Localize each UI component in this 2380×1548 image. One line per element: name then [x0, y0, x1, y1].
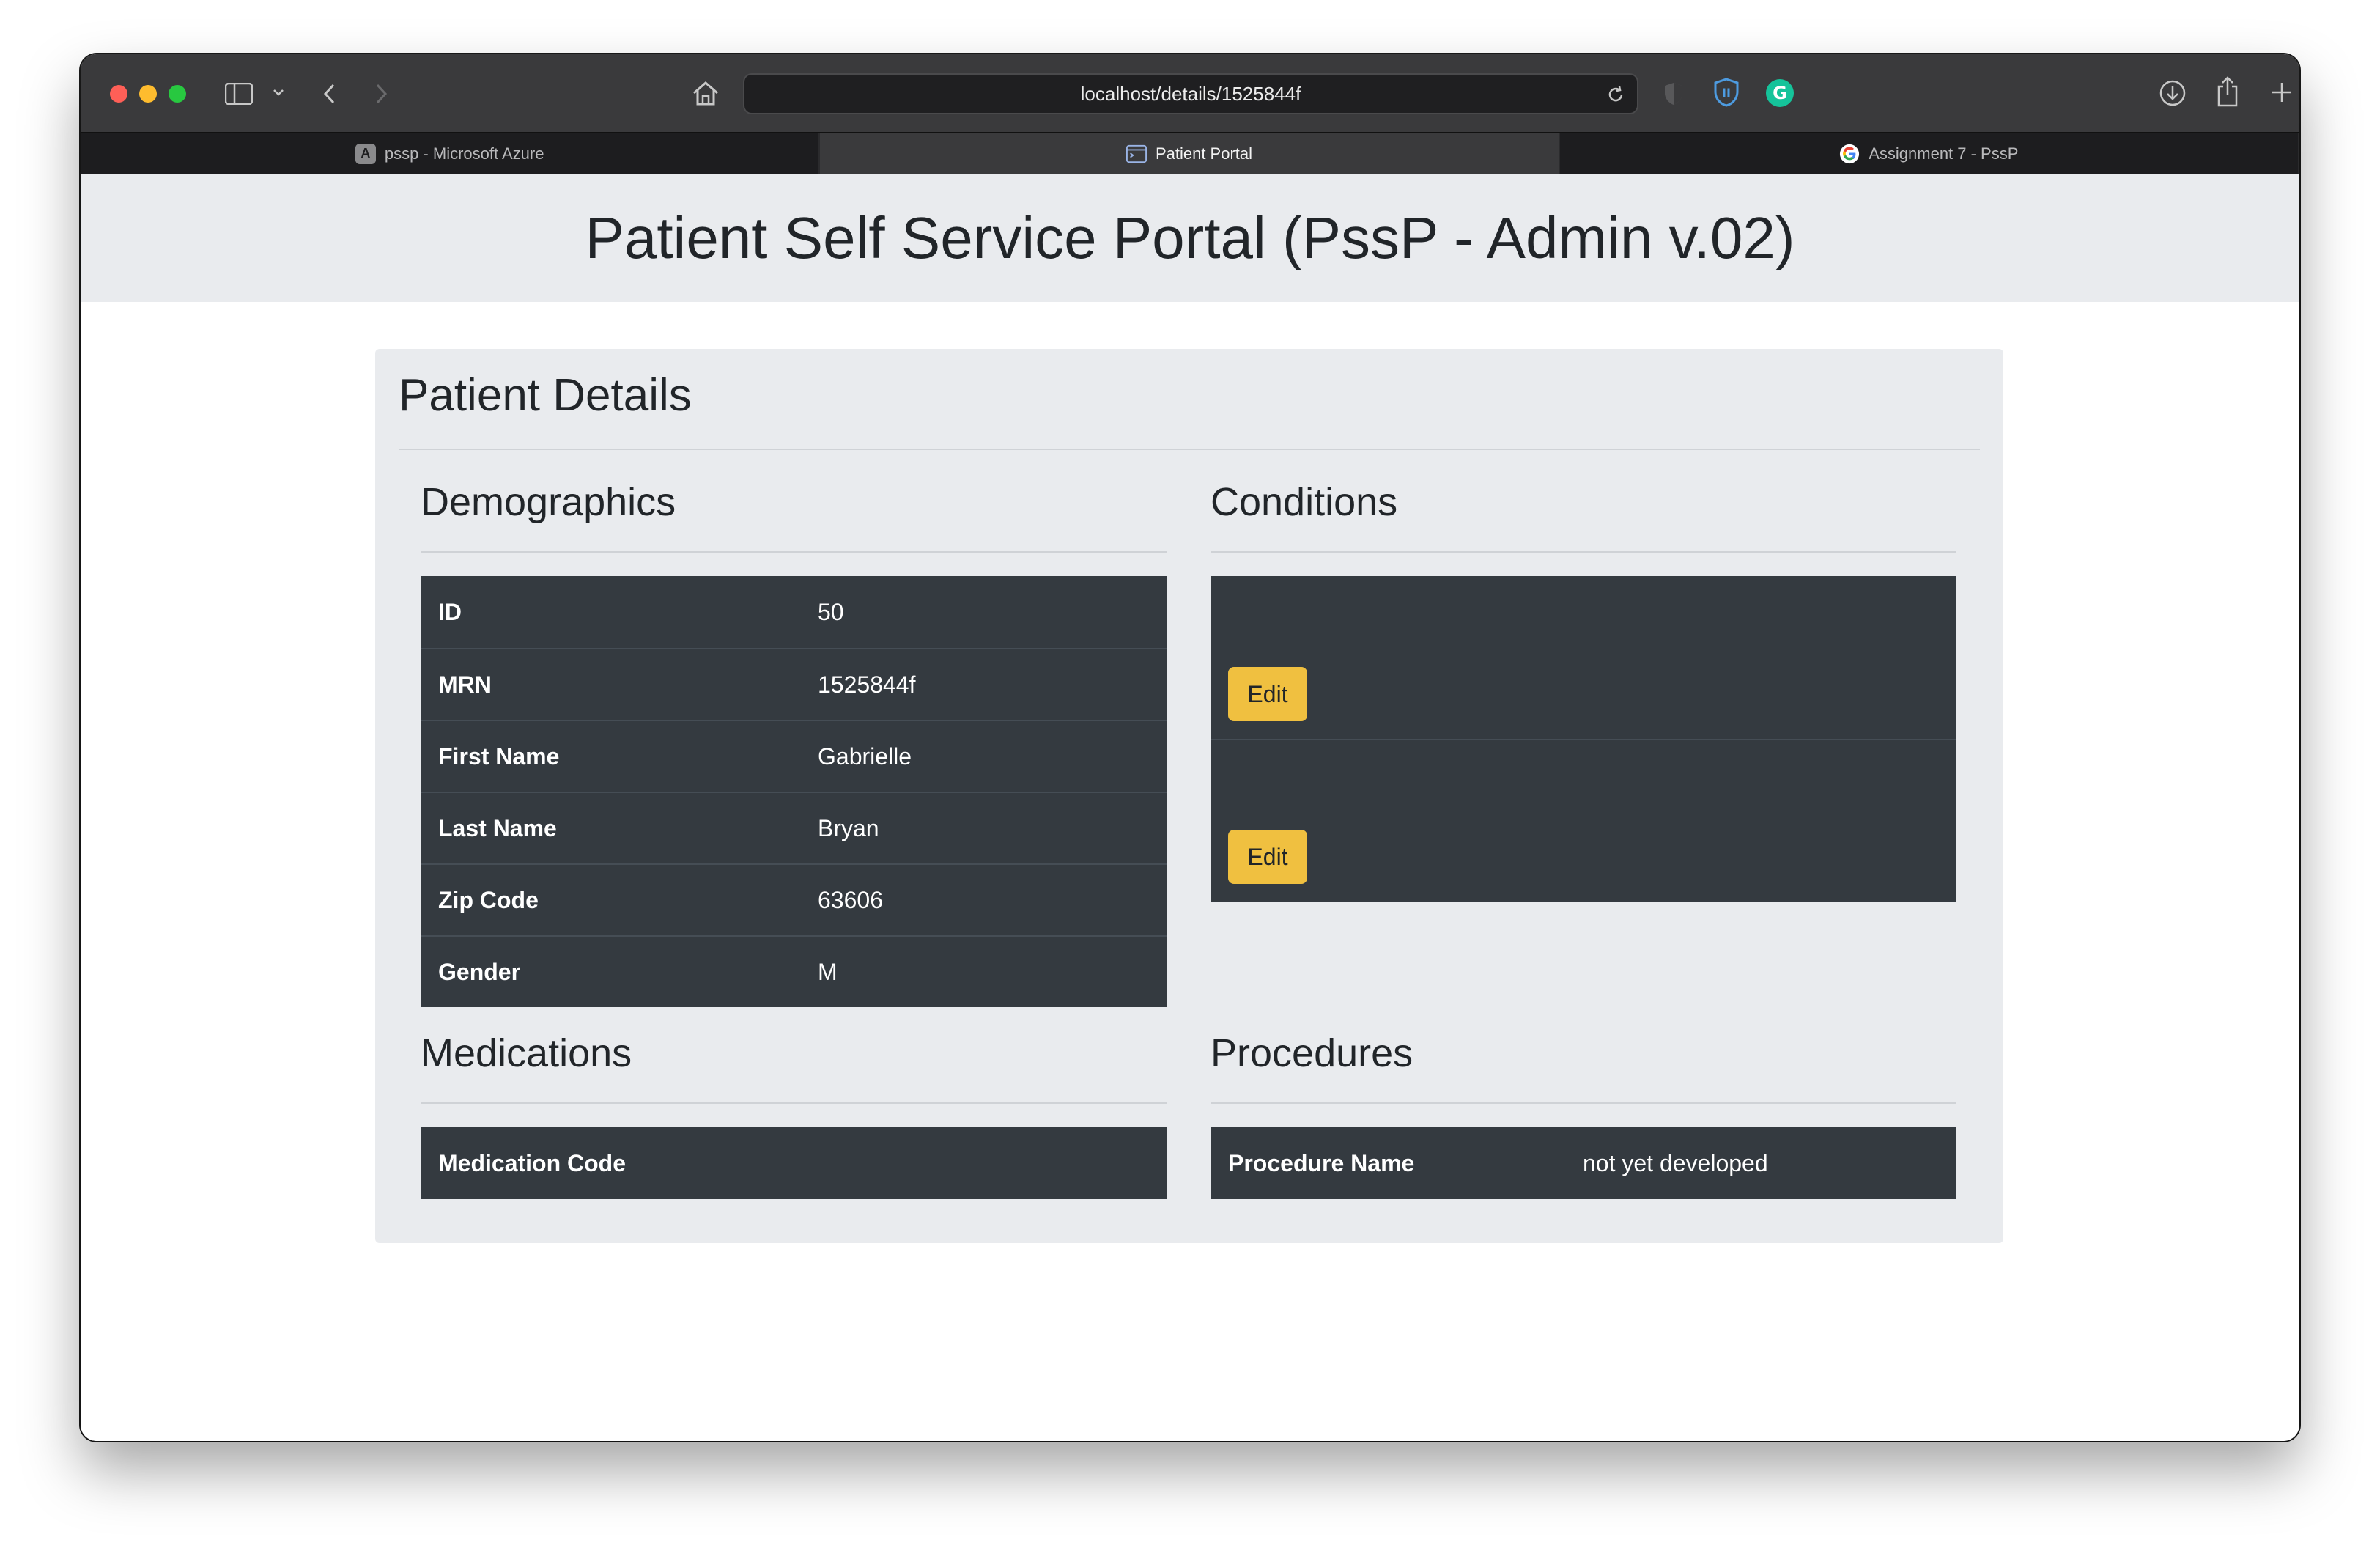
tab-azure[interactable]: A pssp - Microsoft Azure: [81, 133, 821, 174]
table-row: MRN 1525844f: [421, 648, 1167, 720]
conditions-section: Conditions Edit Edit: [1211, 465, 1956, 902]
row-value: Gabrielle: [818, 742, 912, 770]
row-label: First Name: [438, 742, 560, 770]
url-text: localhost/details/1525844f: [1080, 82, 1301, 105]
tab-label: Patient Portal: [1155, 144, 1253, 163]
patient-details-card: Patient Details Demographics ID 50 MRN 1…: [375, 349, 2003, 1243]
table-row: Gender M: [421, 935, 1167, 1007]
tab-label: Assignment 7 - PssP: [1869, 144, 2019, 163]
close-window-button[interactable]: [110, 85, 128, 103]
card-divider: [399, 449, 1980, 450]
table-row: ID 50: [421, 576, 1167, 648]
row-label: Zip Code: [438, 886, 539, 913]
chevron-down-icon[interactable]: [270, 84, 287, 101]
edit-condition-button[interactable]: Edit: [1228, 830, 1307, 884]
table-row: Last Name Bryan: [421, 792, 1167, 863]
azure-favicon-icon: A: [355, 143, 376, 164]
tab-patient-portal[interactable]: Patient Portal: [820, 133, 1560, 174]
sidebar-icon[interactable]: [224, 79, 254, 108]
row-label: Gender: [438, 958, 521, 985]
medications-table: Medication Code: [421, 1127, 1167, 1199]
minimize-window-button[interactable]: [139, 85, 157, 103]
new-tab-icon[interactable]: [2267, 78, 2296, 107]
row-label: Last Name: [438, 814, 557, 841]
grammarly-icon[interactable]: G: [1764, 78, 1795, 108]
page-content: Patient Self Service Portal (PssP - Admi…: [81, 174, 2299, 1441]
terminal-favicon-icon: [1126, 144, 1147, 164]
row-value: M: [818, 958, 838, 985]
zoom-window-button[interactable]: [169, 85, 186, 103]
google-favicon-icon: [1839, 144, 1860, 164]
back-icon[interactable]: [317, 79, 343, 108]
svg-text:G: G: [1773, 83, 1787, 103]
table-row: Edit: [1211, 576, 1956, 739]
section-divider: [1211, 551, 1956, 553]
conditions-table: Edit Edit: [1211, 576, 1956, 902]
reload-icon[interactable]: [1605, 84, 1627, 106]
table-row: First Name Gabrielle: [421, 720, 1167, 792]
section-divider: [421, 551, 1167, 553]
procedures-heading: Procedures: [1211, 1031, 1413, 1075]
share-icon[interactable]: [2213, 75, 2242, 108]
table-row: Zip Code 63606: [421, 863, 1167, 935]
row-label: MRN: [438, 671, 492, 698]
tab-label: pssp - Microsoft Azure: [384, 144, 544, 163]
forward-icon[interactable]: [368, 79, 394, 108]
browser-window: localhost/details/1525844f II G A pssp -…: [81, 54, 2299, 1441]
demographics-table: ID 50 MRN 1525844f First Name Gabrielle …: [421, 576, 1167, 1007]
row-value: not yet developed: [1583, 1149, 1768, 1176]
table-row: Edit: [1211, 739, 1956, 902]
privacy-shield-icon[interactable]: [1660, 79, 1687, 108]
row-value: 63606: [818, 886, 883, 913]
row-value: 50: [818, 598, 844, 625]
header-band: Patient Self Service Portal (PssP - Admi…: [81, 174, 2299, 302]
medications-section: Medications Medication Code: [421, 1016, 1167, 1199]
tab-assignment[interactable]: Assignment 7 - PssP: [1560, 133, 2299, 174]
demographics-section: Demographics ID 50 MRN 1525844f First Na…: [421, 465, 1167, 1007]
browser-toolbar: localhost/details/1525844f II G: [81, 54, 2299, 132]
tab-bar: A pssp - Microsoft Azure Patient Portal …: [81, 132, 2299, 174]
page-title: Patient Self Service Portal (PssP - Admi…: [585, 205, 1795, 270]
row-value: 1525844f: [818, 671, 916, 698]
svg-text:II: II: [1722, 86, 1731, 100]
conditions-heading: Conditions: [1211, 480, 1398, 524]
procedures-section: Procedures Procedure Name not yet develo…: [1211, 1016, 1956, 1199]
section-divider: [1211, 1102, 1956, 1104]
row-label: Medication Code: [438, 1149, 627, 1176]
password-manager-icon[interactable]: II: [1710, 76, 1742, 108]
card-title: Patient Details: [399, 370, 692, 421]
edit-condition-button[interactable]: Edit: [1228, 667, 1307, 721]
medications-heading: Medications: [421, 1031, 632, 1075]
section-divider: [421, 1102, 1167, 1104]
address-bar[interactable]: localhost/details/1525844f: [743, 73, 1638, 114]
table-row: Procedure Name not yet developed: [1211, 1127, 1956, 1199]
row-label: Procedure Name: [1228, 1149, 1415, 1176]
demographics-heading: Demographics: [421, 480, 676, 524]
procedures-table: Procedure Name not yet developed: [1211, 1127, 1956, 1199]
table-row: Medication Code: [421, 1127, 1167, 1199]
row-label: ID: [438, 598, 462, 625]
downloads-icon[interactable]: [2157, 78, 2188, 108]
home-icon[interactable]: [689, 76, 722, 110]
row-value: Bryan: [818, 814, 879, 841]
